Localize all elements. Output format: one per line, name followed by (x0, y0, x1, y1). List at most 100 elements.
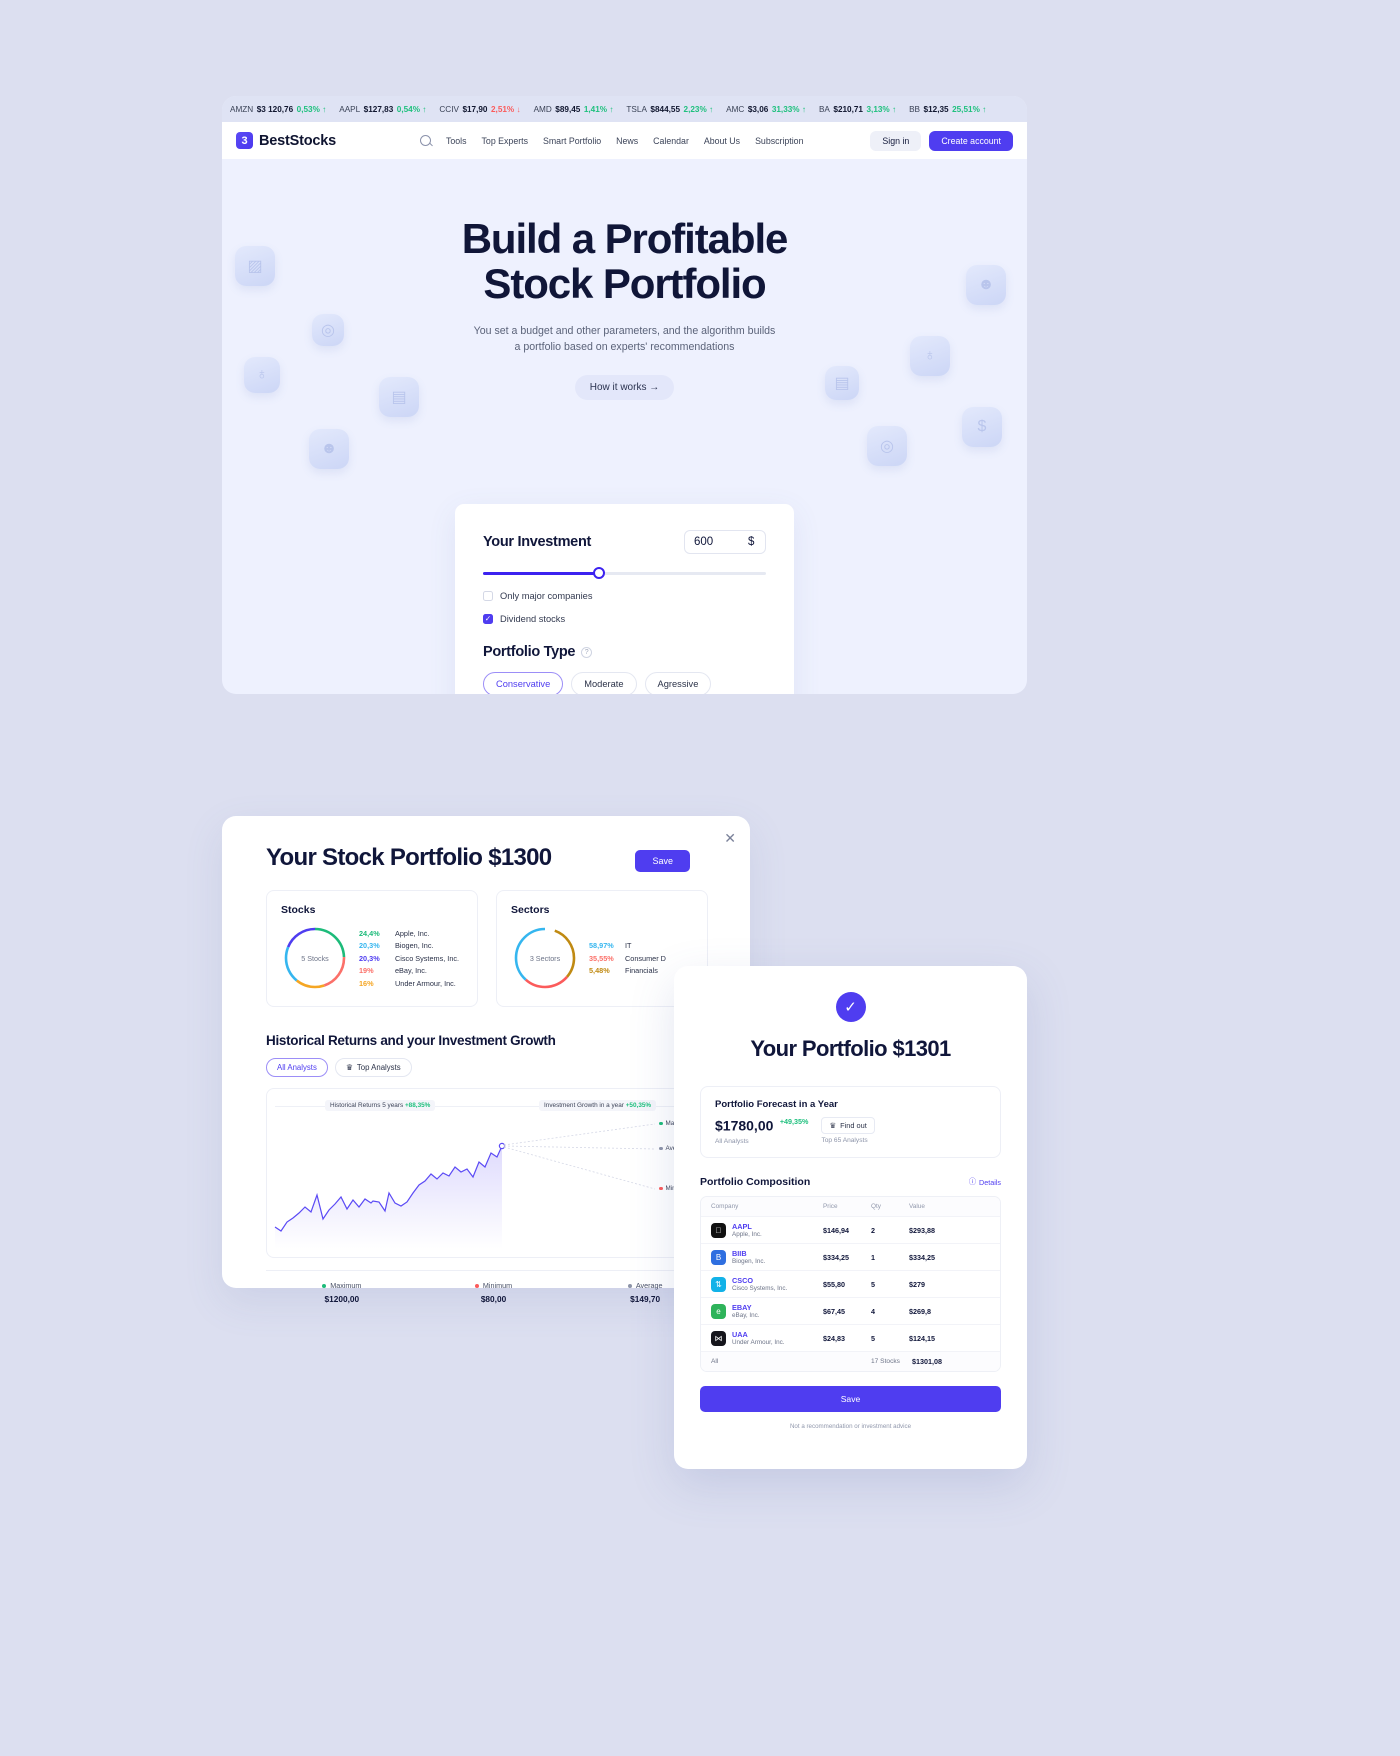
page-title: Build a Profitable Stock Portfolio (222, 215, 1027, 307)
row-price: $146,94 (823, 1225, 849, 1235)
sign-in-button[interactable]: Sign in (870, 130, 922, 151)
type-moderate[interactable]: Moderate (571, 672, 637, 694)
nav-link-tools[interactable]: Tools (446, 136, 467, 146)
forecast-left: $1780,00 +49,35% All Analysts (715, 1117, 808, 1145)
ticker-price: $210,71 (833, 104, 863, 114)
list-item: 5,48% Financials (589, 966, 666, 975)
nav-link-about-us[interactable]: About Us (704, 136, 740, 146)
ticker-item[interactable]: CCIV $17,90 2,51% ↓ (439, 105, 520, 114)
row-company-text: EBAY eBay, Inc. (732, 1303, 760, 1319)
hero-window: AMZN $3 120,76 0,53% ↑ AAPL $127,83 0,54% ↑ CC… (222, 96, 1027, 694)
column-qty: Qty (871, 1203, 881, 1211)
brand-logo[interactable]: 3 BestStocks (236, 132, 336, 149)
legend-pct: 16% (359, 978, 374, 988)
save-button[interactable]: Save (635, 850, 690, 872)
investment-slider[interactable] (483, 567, 766, 579)
table-row[interactable]:  AAPL Apple, Inc. $146,94 2 $293,88 (701, 1216, 1000, 1243)
crown-icon: ♛ (829, 1121, 837, 1130)
investment-row: Your Investment $ (483, 530, 766, 554)
table-row[interactable]: B BIIB Biogen, Inc. $334,25 1 $334,25 (701, 1243, 1000, 1270)
row-value: $279 (909, 1279, 925, 1289)
user-icon: ☻ (966, 265, 1006, 305)
type-conservative[interactable]: Conservative (483, 672, 564, 694)
how-it-works-button[interactable]: How it works → (574, 374, 675, 400)
search-icon[interactable] (419, 135, 431, 146)
ticker-item[interactable]: AMZN $3 120,76 0,53% ↑ (230, 105, 326, 114)
row-company: ⋈ UAA Under Armour, Inc. (711, 1330, 823, 1346)
bulb-icon: ♁ (910, 336, 950, 376)
stat-average-value: $149,70 (630, 1294, 661, 1304)
ticker-change: 0,54% ↑ (396, 104, 427, 114)
nav-link-smart-portfolio[interactable]: Smart Portfolio (543, 136, 601, 146)
ticker-price: $89,45 (555, 104, 581, 114)
biogen-logo-icon: B (711, 1249, 726, 1265)
crown-icon: ♛ (345, 1063, 353, 1072)
briefcase-icon: ▤ (379, 377, 419, 417)
ticker-item[interactable]: BB $12,35 25,51% ↑ (909, 105, 986, 114)
row-qty: 4 (871, 1306, 875, 1316)
row-name: Cisco Systems, Inc. (732, 1285, 788, 1293)
help-icon[interactable]: ? (581, 646, 593, 658)
ticker-price: $844,55 (650, 104, 681, 114)
row-ticker: BIIB (732, 1249, 747, 1259)
tab-all-analysts[interactable]: All Analysts (266, 1058, 328, 1077)
ticker-price: $127,83 (363, 104, 394, 114)
mobile-note: Not a recommendation or investment advic… (789, 1423, 912, 1431)
bulb-icon: ♁ (244, 357, 280, 393)
investment-input[interactable] (694, 536, 742, 548)
stocks-card-body: 5 Stocks 24,4% Apple, Inc. 20,3% Biogen,… (281, 924, 463, 992)
ticker-item[interactable]: AMC $3,06 31,33% ↑ (726, 105, 806, 114)
checkbox-checked-icon[interactable] (483, 614, 493, 624)
legend-name: Consumer D (625, 953, 666, 963)
checkbox-only-major[interactable]: Only major companies (483, 591, 766, 601)
table-header-row: Company Price Qty Value (701, 1197, 1000, 1217)
currency-symbol: $ (748, 536, 755, 548)
nav-link-news[interactable]: News (616, 136, 638, 146)
slider-thumb[interactable] (593, 567, 606, 579)
investment-label: Your Investment (483, 534, 592, 550)
ticker-symbol: TSLA (626, 104, 647, 114)
forecast-sub-right: Top 65 Analysts (821, 1137, 868, 1144)
hero-title-line1: Build a Profitable (461, 215, 789, 262)
checkbox-icon[interactable] (483, 591, 493, 601)
slider-fill (483, 572, 600, 575)
chart-icon: ▨ (235, 246, 275, 286)
table-row[interactable]: ⇅ CSCO Cisco Systems, Inc. $55,80 5 $279 (701, 1270, 1000, 1297)
average-dot-icon (627, 1283, 632, 1288)
create-account-button[interactable]: Create account (929, 130, 1013, 151)
nav-link-calendar[interactable]: Calendar (653, 136, 689, 146)
brand-name: BestStocks (259, 132, 336, 149)
tab-top-analysts[interactable]: ♛ Top Analysts (334, 1058, 412, 1077)
ticker-change: 3,13% ↑ (866, 104, 897, 114)
details-link[interactable]: ⓘ Details (969, 1177, 1001, 1187)
aver-dot-icon (659, 1146, 663, 1151)
close-icon[interactable]: ✕ (724, 830, 736, 847)
legend-pct: 20,3% (359, 953, 380, 963)
mobile-save-button[interactable]: Save (700, 1386, 1001, 1413)
find-out-button[interactable]: ♛ Find out (821, 1117, 875, 1134)
nav-link-top-experts[interactable]: Top Experts (482, 136, 528, 146)
ticker-symbol: BB (909, 104, 921, 114)
ticker-symbol: AMC (726, 104, 745, 114)
table-row[interactable]: ⋈ UAA Under Armour, Inc. $24,83 5 $124,1… (701, 1324, 1000, 1351)
investment-input-wrap[interactable]: $ (684, 530, 766, 554)
ticker-item[interactable]: TSLA $844,55 2,23% ↑ (626, 105, 713, 114)
stocks-donut-chart: 5 Stocks (281, 924, 349, 992)
ticker-item[interactable]: AAPL $127,83 0,54% ↑ (339, 105, 426, 114)
row-qty: 5 (871, 1279, 875, 1289)
check-icon: ✓ (835, 992, 866, 1022)
type-agressive[interactable]: Agressive (644, 672, 712, 694)
legend-name: Financials (625, 966, 658, 975)
target-icon: ◎ (867, 426, 907, 466)
checkbox-dividend[interactable]: Dividend stocks (483, 614, 766, 624)
stat-minimum-label: Minimum (482, 1281, 513, 1290)
legend-name: Biogen, Inc. (395, 941, 434, 950)
table-row[interactable]: e EBAY eBay, Inc. $67,45 4 $269,8 (701, 1297, 1000, 1324)
ticker-item[interactable]: BA $210,71 3,13% ↑ (819, 105, 896, 114)
row-price: $55,80 (823, 1279, 845, 1289)
list-item: 24,4% Apple, Inc. (359, 929, 459, 938)
legend-name: Cisco Systems, Inc. (395, 953, 460, 963)
nav-link-subscription[interactable]: Subscription (755, 136, 803, 146)
ticker-change: 25,51% ↑ (952, 104, 987, 114)
ticker-item[interactable]: AMD $89,45 1,41% ↑ (534, 105, 614, 114)
